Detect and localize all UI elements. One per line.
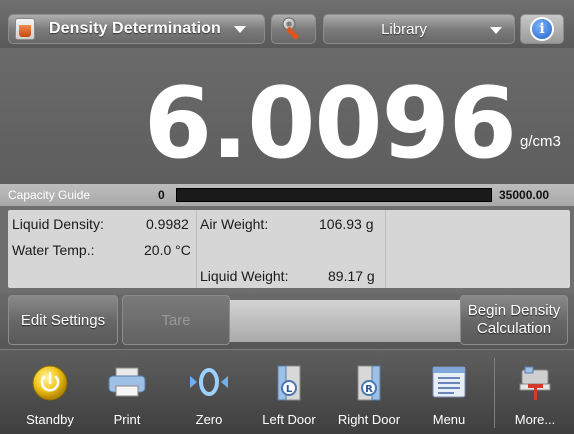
nav-label: Print: [113, 412, 141, 427]
water-temp-value: 20.0 °C: [144, 242, 191, 258]
top-bar: Density Determination Library i: [0, 0, 574, 48]
tools-button[interactable]: [271, 14, 316, 44]
nav-right-door[interactable]: R Right Door: [330, 350, 408, 434]
left-door-icon: L: [277, 365, 301, 401]
menu-icon: [432, 366, 466, 398]
action-row: Edit Settings Tare Begin Density Calcula…: [0, 293, 574, 349]
capacity-guide-label: Capacity Guide: [8, 188, 91, 202]
library-label: Library: [381, 21, 427, 38]
nav-label: More...: [514, 412, 556, 427]
nav-label: Zero: [195, 412, 223, 427]
app-mode-label: Density Determination: [49, 20, 221, 37]
liquid-density-label: Liquid Density:: [12, 216, 104, 232]
begin-density-line2: Calculation: [476, 320, 552, 337]
zero-icon: [190, 368, 228, 396]
liquid-weight-label: Liquid Weight:: [200, 268, 289, 284]
nav-more[interactable]: More...: [496, 350, 574, 434]
more-icon: [519, 366, 551, 400]
air-weight-label: Air Weight:: [200, 216, 269, 232]
column-divider: [196, 210, 197, 288]
density-info-panel: Liquid Density: 0.9982 Water Temp.: 20.0…: [8, 210, 570, 288]
svg-text:R: R: [365, 384, 373, 395]
edit-settings-label: Edit Settings: [20, 311, 106, 329]
column-divider: [385, 210, 386, 288]
right-door-icon: R: [357, 365, 381, 401]
capacity-guide: Capacity Guide 0 35000.00: [0, 184, 574, 206]
standby-icon: [32, 365, 68, 401]
begin-density-line1: Begin Density: [467, 302, 561, 319]
edit-settings-button[interactable]: Edit Settings: [8, 295, 118, 345]
water-temp-label: Water Temp.:: [12, 242, 95, 258]
begin-density-calculation-button[interactable]: Begin Density Calculation: [460, 295, 568, 345]
nav-separator: [494, 358, 495, 428]
weight-display: 6.0096 g/cm3: [0, 48, 574, 184]
nav-label: Standby: [26, 412, 74, 427]
liquid-density-value: 0.9982: [146, 216, 189, 232]
liquid-weight-value: 89.17 g: [328, 268, 375, 284]
air-weight-value: 106.93 g: [319, 216, 374, 232]
density-app-icon: [15, 18, 35, 40]
density-reading: 6.0096: [143, 67, 517, 181]
svg-text:L: L: [286, 384, 293, 395]
action-track: [230, 300, 462, 342]
nav-zero[interactable]: Zero: [172, 350, 246, 434]
capacity-max: 35000.00: [499, 188, 550, 202]
nav-menu[interactable]: Menu: [412, 350, 486, 434]
nav-standby[interactable]: Standby: [0, 350, 100, 434]
nav-label: Left Door: [262, 412, 316, 427]
wrench-icon: [282, 17, 299, 40]
bottom-nav: Standby Print Zero L Left Door R Right D…: [0, 349, 574, 434]
nav-print[interactable]: Print: [90, 350, 164, 434]
info-button[interactable]: i: [520, 14, 564, 44]
nav-left-door[interactable]: L Left Door: [252, 350, 326, 434]
info-icon: i: [530, 17, 554, 41]
nav-label: Menu: [432, 412, 466, 427]
library-dropdown[interactable]: Library: [323, 14, 515, 44]
tare-label: Tare: [161, 311, 191, 329]
nav-label: Right Door: [337, 412, 401, 427]
printer-icon: [108, 367, 146, 397]
chevron-down-icon: [233, 25, 246, 33]
capacity-bar: [176, 188, 492, 202]
capacity-min: 0: [158, 188, 165, 202]
chevron-down-icon: [490, 27, 502, 34]
tare-button[interactable]: Tare: [122, 295, 230, 345]
app-mode-dropdown[interactable]: Density Determination: [8, 14, 265, 44]
reading-unit: g/cm3: [520, 133, 561, 150]
